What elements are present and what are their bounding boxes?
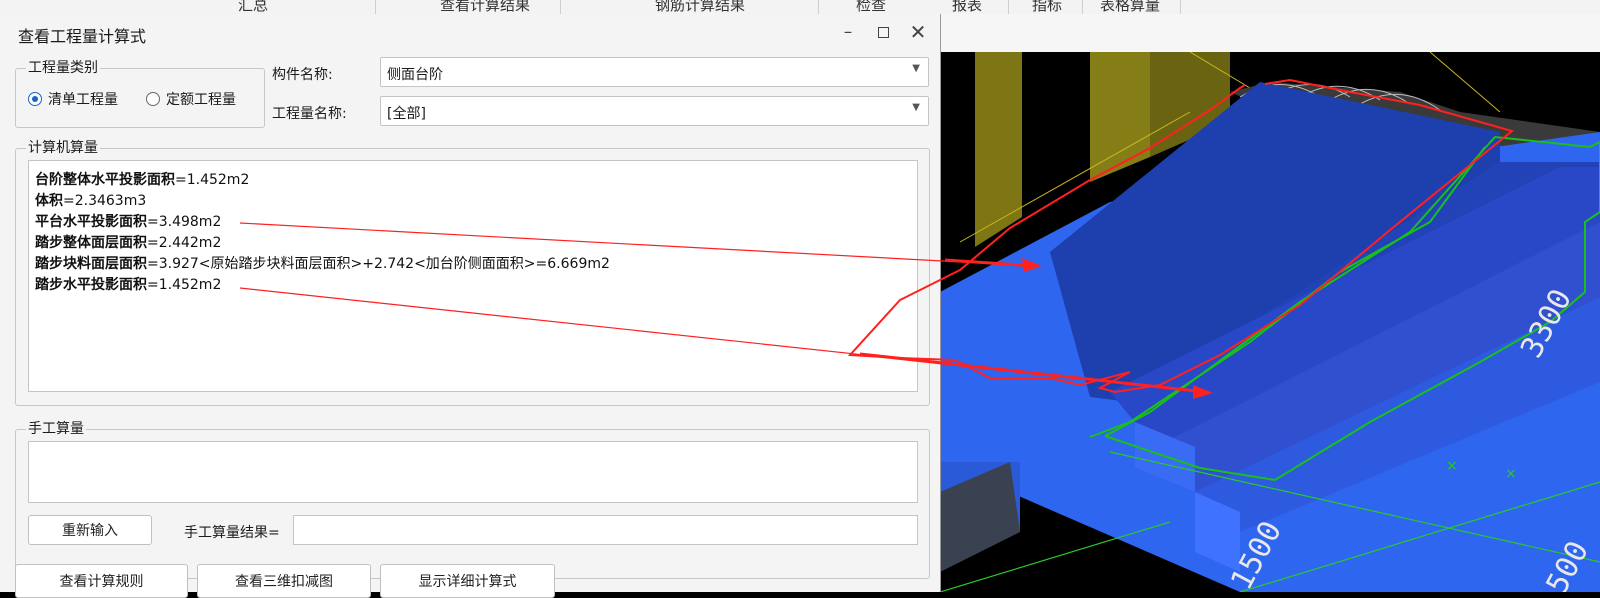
quantity-name-value: [全部] [387, 106, 426, 122]
3d-viewport[interactable]: × × 1500 3300 1500 [940, 52, 1600, 592]
view-calc-rules-button[interactable]: 查看计算规则 [15, 564, 188, 598]
3d-scene: × × 1500 3300 1500 [940, 52, 1600, 592]
calc-formula-dialog: 查看工程量计算式 – ✕ 工程量类别 清单工程量 定额工程量 构件名称: 侧面台… [0, 14, 941, 598]
manual-calc-title: 手工算量 [26, 421, 86, 437]
view-3d-deduction-button[interactable]: 查看三维扣减图 [197, 564, 371, 598]
radio-quota-quantity[interactable]: 定额工程量 [146, 89, 236, 109]
radio-checked-icon[interactable] [28, 92, 42, 106]
maximize-icon[interactable] [868, 18, 898, 46]
wall-left [975, 52, 1022, 247]
close-icon[interactable]: ✕ [903, 18, 933, 46]
reinput-button[interactable]: 重新输入 [28, 515, 152, 545]
menu-separator [560, 0, 561, 14]
menu-separator [818, 0, 819, 14]
calc-line: 体积=2.3463m3 [35, 193, 147, 209]
menu-separator [375, 0, 376, 14]
minimize-icon[interactable]: – [833, 18, 863, 46]
menu-item-index[interactable]: 指标 [1032, 0, 1062, 14]
wall-center [1090, 52, 1150, 182]
menu-item-rebar-result[interactable]: 钢筋计算结果 [655, 0, 745, 14]
category-groupbox: 工程量类别 清单工程量 定额工程量 [15, 60, 265, 128]
background-toolbar-strip [940, 14, 1600, 52]
quantity-name-label: 工程量名称: [272, 106, 347, 122]
calc-line: 踏步整体面层面积=2.442m2 [35, 235, 222, 251]
chevron-down-icon: ▼ [912, 63, 920, 74]
menu-item-report[interactable]: 报表 [952, 0, 982, 14]
svg-text:×: × [1505, 466, 1517, 482]
calc-line: 踏步水平投影面积=1.452m2 [35, 277, 222, 293]
computer-calc-textarea[interactable]: 台阶整体水平投影面积=1.452m2 体积=2.3463m3 平台水平投影面积=… [28, 160, 918, 392]
radio-bill-quantity[interactable]: 清单工程量 [28, 89, 118, 109]
menu-item-table-quantity[interactable]: 表格算量 [1100, 0, 1160, 14]
svg-text:×: × [1446, 458, 1458, 474]
calc-line: 台阶整体水平投影面积=1.452m2 [35, 172, 250, 188]
radio-unchecked-icon[interactable] [146, 92, 160, 106]
computer-calc-title: 计算机算量 [26, 140, 100, 156]
quantity-name-combo[interactable]: [全部] ▼ [380, 96, 929, 126]
menu-separator [1082, 0, 1083, 14]
menu-item-summary[interactable]: 汇总 [238, 0, 268, 14]
radio-label: 定额工程量 [166, 92, 236, 108]
manual-result-label: 手工算量结果= [184, 525, 280, 541]
background-menu-bar: 汇总 查看计算结果 钢筋计算结果 检查 报表 指标 表格算量 [0, 0, 1600, 14]
calc-line: 平台水平投影面积=3.498m2 [35, 214, 222, 230]
manual-calc-textarea[interactable] [28, 441, 918, 503]
menu-separator [1180, 0, 1181, 14]
menu-separator [1008, 0, 1009, 14]
manual-result-input[interactable] [293, 515, 918, 545]
calc-line: 踏步块料面层面积=3.927<原始踏步块料面层面积>+2.742<加台阶侧面面积… [35, 256, 610, 272]
component-name-label: 构件名称: [272, 67, 333, 83]
manual-calc-groupbox: 手工算量 重新输入 手工算量结果= [15, 421, 930, 579]
dialog-title-bar[interactable]: 查看工程量计算式 – ✕ [0, 14, 940, 52]
menu-item-check[interactable]: 检查 [856, 0, 886, 14]
show-detail-formula-button[interactable]: 显示详细计算式 [380, 564, 555, 598]
dialog-title: 查看工程量计算式 [18, 27, 147, 46]
component-name-combo[interactable]: 侧面台阶 ▼ [380, 57, 929, 87]
radio-label: 清单工程量 [48, 92, 118, 108]
component-name-value: 侧面台阶 [387, 67, 443, 83]
category-group-title: 工程量类别 [26, 60, 100, 76]
chevron-down-icon: ▼ [912, 102, 920, 113]
menu-item-calc-result[interactable]: 查看计算结果 [440, 0, 530, 14]
computer-calc-groupbox: 计算机算量 台阶整体水平投影面积=1.452m2 体积=2.3463m3 平台水… [15, 140, 930, 406]
